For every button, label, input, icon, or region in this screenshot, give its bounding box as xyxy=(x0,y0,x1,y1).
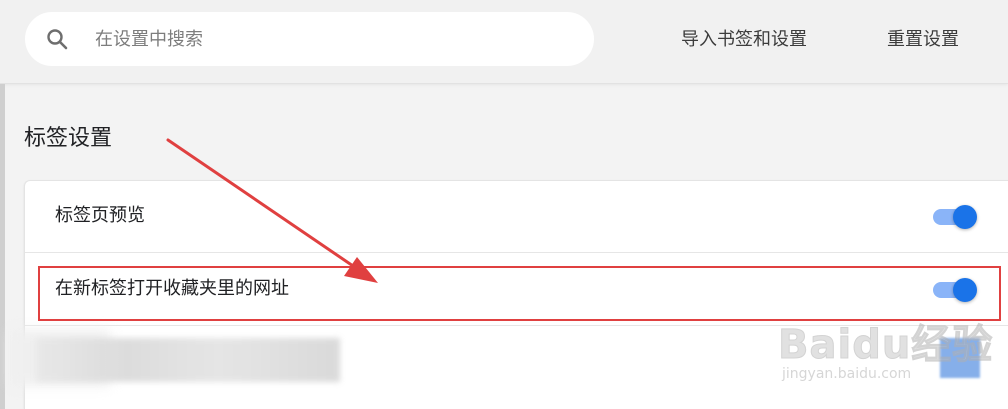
setting-label: 标签页预览 xyxy=(55,205,145,226)
blurred-toggle xyxy=(940,338,980,378)
top-bar: 导入书签和设置 重置设置 xyxy=(0,0,1008,84)
toggle-knob xyxy=(953,205,977,229)
tab-preview-toggle[interactable] xyxy=(931,203,979,231)
setting-row-tab-preview[interactable]: 标签页预览 xyxy=(25,181,1008,253)
section-title: 标签设置 xyxy=(24,126,113,151)
search-icon xyxy=(45,27,69,51)
search-input[interactable] xyxy=(95,23,575,55)
blurred-setting-label xyxy=(36,338,340,382)
search-box[interactable] xyxy=(25,12,594,66)
import-bookmarks-button[interactable]: 导入书签和设置 xyxy=(681,26,807,54)
annotation-highlight-box xyxy=(38,266,1001,321)
left-edge-divider xyxy=(0,84,5,409)
reset-settings-button[interactable]: 重置设置 xyxy=(887,26,959,54)
